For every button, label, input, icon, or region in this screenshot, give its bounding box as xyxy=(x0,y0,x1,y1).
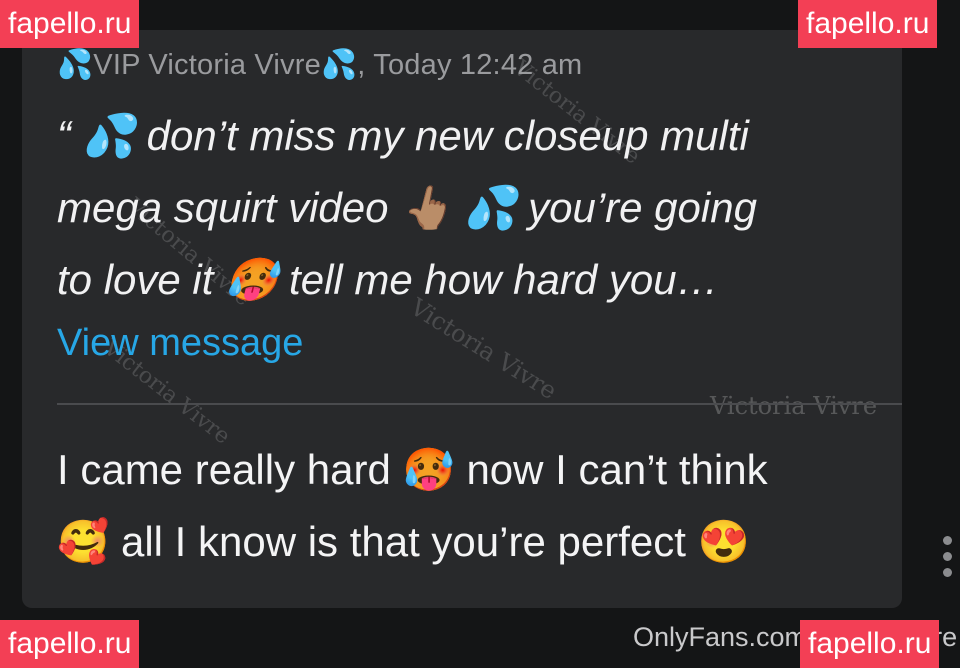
view-message-link[interactable]: View message xyxy=(57,322,303,365)
site-badge-bottom-left: fapello.ru xyxy=(0,620,140,668)
site-badge-bottom-right: fapello.ru xyxy=(800,620,940,668)
reply-message-text: I came really hard 🥵 now I can’t think 🥰… xyxy=(57,446,768,565)
more-vertical-icon[interactable] xyxy=(940,536,954,596)
quoted-message-text: “ 💦 don’t miss my new closeup multi mega… xyxy=(57,112,757,303)
quote-divider xyxy=(57,403,902,405)
screenshot-stage: Victoria Vivre Victoria Vivre Victoria V… xyxy=(0,0,960,668)
site-badge-top-left: fapello.ru xyxy=(0,0,140,48)
site-badge-top-right: fapello.ru xyxy=(798,0,938,48)
quoted-message-header: 💦VIP Victoria Vivre💦, Today 12:42 am xyxy=(57,49,583,81)
